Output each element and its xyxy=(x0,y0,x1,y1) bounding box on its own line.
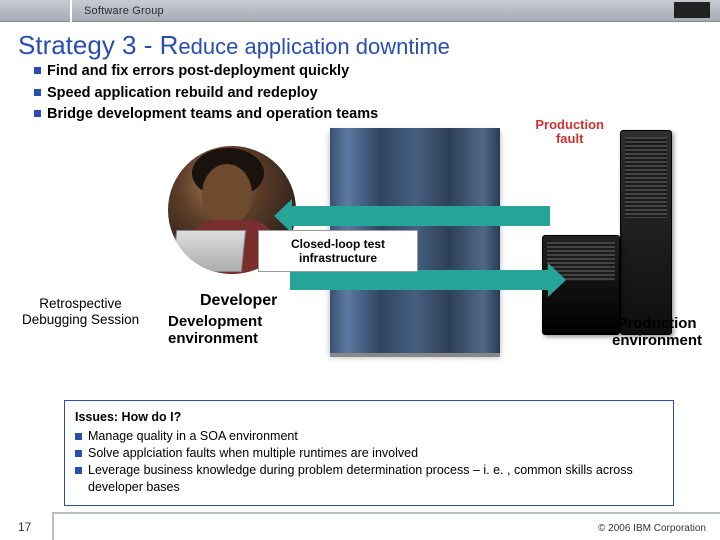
issues-item: Leverage business knowledge during probl… xyxy=(75,462,663,496)
slide-title: Strategy 3 - Reduce application downtime xyxy=(18,30,450,61)
copyright-text: © 2006 IBM Corporation xyxy=(598,523,706,534)
bullet-item: Find and fix errors post-deployment quic… xyxy=(34,62,378,82)
issues-box: Issues: How do I? Manage quality in a SO… xyxy=(64,400,674,506)
retrospective-label: Retrospective Debugging Session xyxy=(22,296,139,327)
arrow-right-icon xyxy=(290,270,550,290)
retrospective-text: Retrospective Debugging Session xyxy=(22,296,139,327)
ibm-logo-icon xyxy=(674,2,710,18)
bullet-icon xyxy=(75,450,82,457)
development-environment-label: Development environment xyxy=(168,314,262,347)
developer-label: Developer xyxy=(200,292,277,310)
footer-vertical-rule xyxy=(52,512,54,540)
bullet-text: Bridge development teams and operation t… xyxy=(47,105,378,125)
title-rest: educe application downtime xyxy=(178,34,450,59)
bullet-text: Find and fix errors post-deployment quic… xyxy=(47,62,349,82)
server-rack-tall-icon xyxy=(620,130,672,335)
top-bar: Software Group xyxy=(0,0,720,22)
footer: 17 © 2006 IBM Corporation xyxy=(0,512,720,540)
arrow-left-icon xyxy=(290,206,550,226)
title-main: Strategy 3 - R xyxy=(18,30,178,60)
prod-env-text: Production environment xyxy=(612,315,702,349)
bullet-icon xyxy=(34,110,41,117)
top-bullet-list: Find and fix errors post-deployment quic… xyxy=(34,62,378,127)
dev-env-text: Development environment xyxy=(168,313,262,347)
issues-text: Manage quality in a SOA environment xyxy=(88,428,663,445)
bullet-icon xyxy=(75,467,82,474)
bullet-item: Speed application rebuild and redeploy xyxy=(34,84,378,104)
footer-horizontal-rule xyxy=(52,512,720,514)
closed-loop-box: Closed-loop test infrastructure xyxy=(258,230,418,272)
production-environment-label: Production environment xyxy=(612,316,702,349)
bullet-icon xyxy=(34,89,41,96)
issues-item: Solve applciation faults when multiple r… xyxy=(75,445,663,462)
bullet-text: Speed application rebuild and redeploy xyxy=(47,84,318,104)
issues-item: Manage quality in a SOA environment xyxy=(75,428,663,445)
production-fault-text: Production fault xyxy=(535,117,604,146)
bullet-item: Bridge development teams and operation t… xyxy=(34,105,378,125)
production-fault-label: Production fault xyxy=(535,118,604,147)
bullet-icon xyxy=(75,433,82,440)
issues-text: Solve applciation faults when multiple r… xyxy=(88,445,663,462)
issues-text: Leverage business knowledge during probl… xyxy=(88,462,663,496)
topbar-label: Software Group xyxy=(84,5,164,17)
closed-loop-text: Closed-loop test infrastructure xyxy=(291,237,385,265)
topbar-divider xyxy=(0,0,72,22)
slide-number: 17 xyxy=(18,520,31,534)
bullet-icon xyxy=(34,67,41,74)
issues-header: Issues: How do I? xyxy=(75,409,663,426)
